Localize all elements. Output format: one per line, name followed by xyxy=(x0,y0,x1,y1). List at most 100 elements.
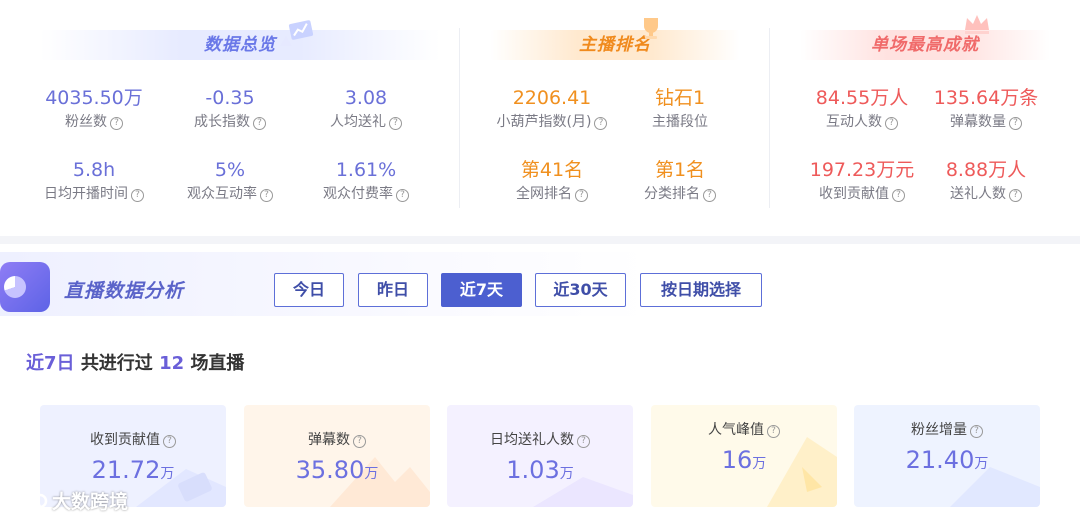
stat-label: 全网排名? xyxy=(482,185,622,203)
stat-value: 第1名 xyxy=(654,159,706,181)
help-icon[interactable]: ? xyxy=(892,189,905,202)
stat-label: 弹幕数量? xyxy=(916,113,1056,131)
chart-decoration-icon xyxy=(280,20,314,46)
stat-interaction-count: 84.55万人 互动人数? xyxy=(792,86,932,131)
stat-growth-index: -0.35 成长指数? xyxy=(160,86,300,131)
help-icon[interactable]: ? xyxy=(767,425,780,438)
stat-label: 送礼人数? xyxy=(916,185,1056,203)
stat-category-rank: 第1名 分类排名? xyxy=(610,158,750,203)
stat-label: 人均送礼? xyxy=(296,113,436,131)
kpi-value: 1.03万 xyxy=(506,456,574,484)
help-icon[interactable]: ? xyxy=(131,189,144,202)
stat-value: 8.88万人 xyxy=(945,159,1027,181)
stat-label: 日均开播时间? xyxy=(24,185,164,203)
stat-value: 钻石1 xyxy=(654,87,706,109)
stat-value: 2206.41 xyxy=(512,87,592,109)
stat-label: 主播段位 xyxy=(652,114,708,130)
summary-text: 共进行过 xyxy=(80,353,153,374)
record-title: 单场最高成就 xyxy=(800,30,1050,60)
stat-hulu-index: 2206.41 小葫芦指数(月)? xyxy=(482,86,622,131)
stat-value: 5% xyxy=(214,159,246,181)
help-icon[interactable]: ? xyxy=(353,435,366,448)
record-section: 单场最高成就 84.55万人 互动人数? 135.64万条 弹幕数量? 197.… xyxy=(770,0,1080,236)
stat-contribution: 197.23万元 收到贡献值? xyxy=(792,158,932,203)
stat-value: -0.35 xyxy=(205,87,255,109)
summary-period: 近7日 xyxy=(26,353,75,374)
tab-yesterday[interactable]: 昨日 xyxy=(358,273,428,307)
crown-decoration-icon xyxy=(965,15,989,34)
stat-danmaku-count: 135.64万条 弹幕数量? xyxy=(916,86,1056,131)
stat-streamer-tier: 钻石1 主播段位 xyxy=(610,86,750,131)
kpi-label: 人气峰值? xyxy=(651,421,837,439)
stat-value: 1.61% xyxy=(335,159,397,181)
ranking-section: 主播排名 2206.41 小葫芦指数(月)? 钻石1 主播段位 第41名 全网排… xyxy=(460,0,770,236)
kpi-label: 日均送礼人数? xyxy=(447,431,633,449)
stat-label: 成长指数? xyxy=(160,113,300,131)
stat-interaction-rate: 5% 观众互动率? xyxy=(160,158,300,203)
kpi-label: 收到贡献值? xyxy=(40,431,226,449)
kpi-card-peak-popularity: 人气峰值? 16万 xyxy=(651,405,837,507)
tab-7-days[interactable]: 近7天 xyxy=(441,273,522,307)
help-icon[interactable]: ? xyxy=(1009,189,1022,202)
stat-gift-senders: 8.88万人 送礼人数? xyxy=(916,158,1056,203)
help-icon[interactable]: ? xyxy=(575,189,588,202)
stat-value: 135.64万条 xyxy=(933,87,1039,109)
stat-value: 第41名 xyxy=(520,159,584,181)
help-icon[interactable]: ? xyxy=(577,435,590,448)
summary-text: 场直播 xyxy=(190,353,245,374)
trophy-decoration-icon xyxy=(644,18,658,39)
tab-date-picker[interactable]: 按日期选择 xyxy=(640,273,762,307)
kpi-value: 35.80万 xyxy=(295,456,379,484)
brand-logo-icon xyxy=(8,493,48,509)
kpi-value: 16万 xyxy=(721,446,767,474)
help-icon[interactable]: ? xyxy=(389,117,402,130)
stat-pay-rate: 1.61% 观众付费率? xyxy=(296,158,436,203)
kpi-card-fan-growth: 粉丝增量? 21.40万 xyxy=(854,405,1040,507)
kpi-value: 21.72万 xyxy=(91,456,175,484)
stat-label: 收到贡献值? xyxy=(792,185,932,203)
summary-count: 12 xyxy=(159,353,185,374)
kpi-label: 弹幕数? xyxy=(244,431,430,449)
analysis-title: 直播数据分析 xyxy=(64,280,185,302)
live-analysis-section: 直播数据分析 今日 昨日 近7天 近30天 按日期选择 近7日 共进行过 12 … xyxy=(0,244,1080,526)
stat-label: 分类排名? xyxy=(610,185,750,203)
kpi-value: 21.40万 xyxy=(905,446,989,474)
stat-label: 互动人数? xyxy=(792,113,932,131)
ranking-title: 主播排名 xyxy=(490,30,740,60)
stat-label: 小葫芦指数(月)? xyxy=(482,113,622,131)
tab-today[interactable]: 今日 xyxy=(274,273,344,307)
tab-30-days[interactable]: 近30天 xyxy=(535,273,626,307)
stat-label: 粉丝数? xyxy=(24,113,164,131)
stat-avg-gift: 3.08 人均送礼? xyxy=(296,86,436,131)
overview-section: 数据总览 4035.50万 粉丝数? -0.35 成长指数? 3.08 人均送礼… xyxy=(0,0,460,236)
stat-value: 3.08 xyxy=(344,87,388,109)
kpi-card-danmaku: 弹幕数? 35.80万 xyxy=(244,405,430,507)
stat-label: 观众互动率? xyxy=(160,185,300,203)
help-icon[interactable]: ? xyxy=(970,425,983,438)
stat-global-rank: 第41名 全网排名? xyxy=(482,158,622,203)
watermark: 大数跨境 xyxy=(8,490,128,514)
stat-label: 观众付费率? xyxy=(296,185,436,203)
help-icon[interactable]: ? xyxy=(110,117,123,130)
pie-chart-icon xyxy=(0,262,50,312)
stat-daily-live-hours: 5.8h 日均开播时间? xyxy=(24,158,164,203)
help-icon[interactable]: ? xyxy=(163,435,176,448)
stats-card: 数据总览 4035.50万 粉丝数? -0.35 成长指数? 3.08 人均送礼… xyxy=(0,0,1080,236)
live-summary: 近7日 共进行过 12 场直播 xyxy=(26,352,244,376)
stat-value: 4035.50万 xyxy=(45,87,143,109)
stat-fans: 4035.50万 粉丝数? xyxy=(24,86,164,131)
stat-value: 5.8h xyxy=(72,159,116,181)
help-icon[interactable]: ? xyxy=(253,117,266,130)
help-icon[interactable]: ? xyxy=(594,117,608,130)
help-icon[interactable]: ? xyxy=(885,117,898,130)
help-icon[interactable]: ? xyxy=(260,189,273,202)
help-icon[interactable]: ? xyxy=(703,189,716,202)
kpi-label: 粉丝增量? xyxy=(854,421,1040,439)
overview-title: 数据总览 xyxy=(40,30,440,60)
kpi-card-daily-gift-senders: 日均送礼人数? 1.03万 xyxy=(447,405,633,507)
stat-value: 197.23万元 xyxy=(809,159,915,181)
stat-value: 84.55万人 xyxy=(815,87,909,109)
help-icon[interactable]: ? xyxy=(396,189,409,202)
help-icon[interactable]: ? xyxy=(1009,117,1022,130)
watermark-text: 大数跨境 xyxy=(52,491,129,513)
